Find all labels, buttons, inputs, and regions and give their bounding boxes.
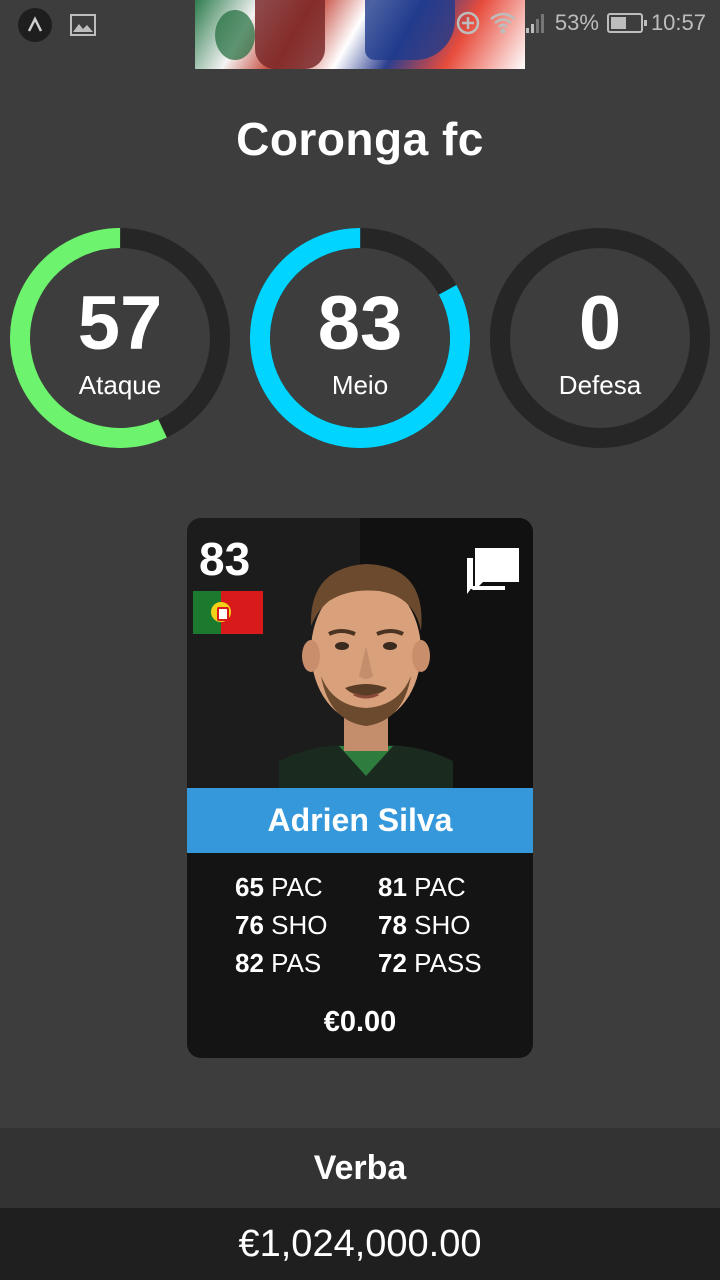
budget-value-bar: €1,024,000.00 [0, 1208, 720, 1280]
stats-column-left: 65 PAC 76 SHO 82 PAS [235, 868, 375, 982]
player-name: Adrien Silva [267, 802, 453, 838]
gauge-value: 57 [77, 281, 163, 366]
stat-row: 76 SHO [235, 910, 328, 940]
player-rating: 83 [199, 533, 251, 585]
budget-label: Verba [313, 1148, 407, 1187]
clock: 10:57 [650, 10, 706, 35]
player-stats: 65 PAC 76 SHO 82 PAS 81 PAC 78 SHO 72 PA… [187, 868, 533, 988]
stat-row: 72 PASS [378, 948, 482, 978]
team-name-title: Coronga fc [236, 113, 484, 165]
gauge-meio[interactable]: 83 Meio [250, 228, 470, 448]
chat-icon[interactable] [465, 542, 523, 600]
gauge-defesa[interactable]: 0 Defesa [490, 228, 710, 448]
player-name-bar: Adrien Silva [187, 788, 533, 853]
budget-label-bar: Verba [0, 1128, 720, 1208]
battery-icon [606, 13, 647, 33]
stat-row: 82 PAS [235, 948, 322, 978]
status-bar: 53% 10:57 [0, 0, 720, 69]
budget-value: €1,024,000.00 [238, 1222, 482, 1265]
gauge-label: Ataque [78, 370, 162, 400]
gauge-value: 83 [317, 281, 403, 366]
gauge-label: Meio [331, 370, 389, 400]
status-bar-right: 53% 10:57 [455, 10, 706, 36]
player-price: €0.00 [323, 1006, 397, 1038]
stat-row: 78 SHO [378, 910, 471, 940]
stat-row: 65 PAC [235, 872, 323, 902]
player-card-header: 83 [187, 518, 533, 788]
portugal-flag-icon [193, 591, 263, 634]
status-bar-left [18, 8, 96, 42]
gauge-value: 0 [578, 281, 622, 366]
player-card[interactable]: 83 Adrien Silva 65 PAC 76 SHO 82 PAS 81 … [187, 518, 533, 1058]
battery-percent: 53% [554, 10, 599, 35]
gauge-label: Defesa [558, 370, 642, 400]
wifi-icon [490, 12, 516, 34]
stats-column-right: 81 PAC 78 SHO 72 PASS [378, 868, 518, 982]
app-notification-icon [18, 8, 52, 42]
image-notification-icon [70, 14, 96, 36]
team-rating-gauges: 57 Ataque 83 Meio 0 Defesa [0, 228, 720, 448]
stat-row: 81 PAC [378, 872, 466, 902]
player-photo [279, 564, 453, 788]
signal-icon [525, 14, 544, 33]
gauge-ataque[interactable]: 57 Ataque [10, 228, 230, 448]
data-saver-icon [456, 11, 480, 35]
